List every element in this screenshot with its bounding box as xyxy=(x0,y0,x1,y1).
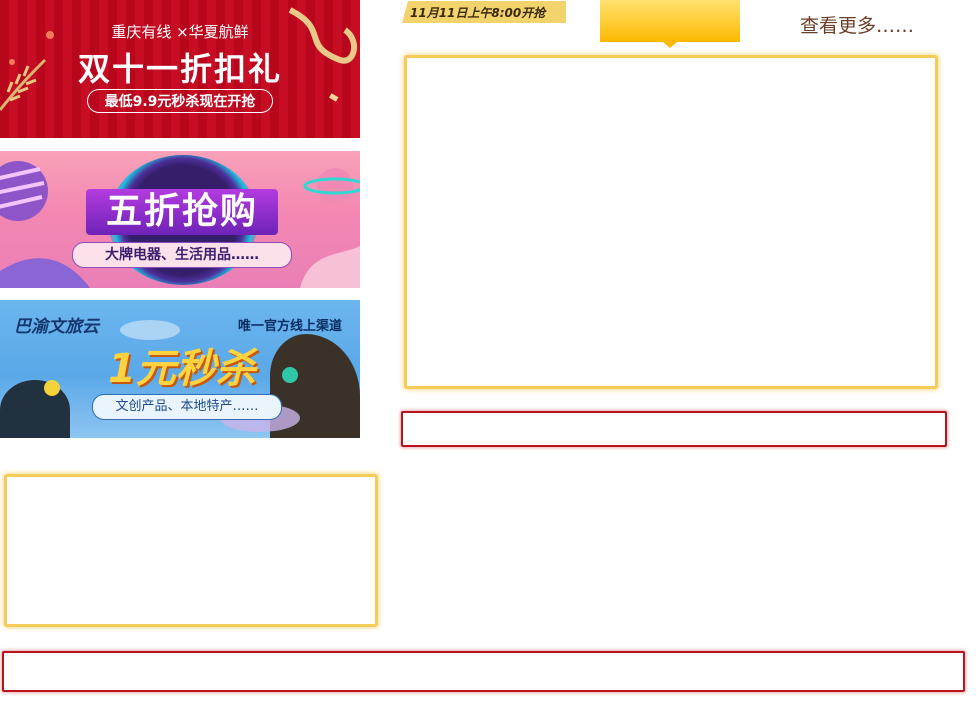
see-more-link[interactable]: 查看更多…… xyxy=(800,11,914,38)
tab-pointer-icon xyxy=(663,42,677,48)
action-bar[interactable] xyxy=(401,411,947,447)
banner-subtitle: 重庆有线 ×华夏航鲜 xyxy=(111,23,249,41)
bottom-action-bar[interactable] xyxy=(2,651,965,692)
banner-title: 1元秒杀 xyxy=(108,346,256,392)
banner-title: 五折抢购 xyxy=(86,189,278,235)
banner-subtitle: 唯一官方线上渠道 xyxy=(238,319,343,334)
promo-panel xyxy=(4,474,378,627)
sale-time-tag: 11月11日上午8:00开抢 xyxy=(402,1,566,23)
banner-half-price[interactable]: 五折抢购 大牌电器、生活用品…… xyxy=(0,151,360,288)
banner-pill: 文创产品、本地特产…… xyxy=(92,394,282,420)
product-panel xyxy=(404,55,938,389)
banner-flash-sale[interactable]: 巴渝文旅云 唯一官方线上渠道 1元秒杀 文创产品、本地特产…… xyxy=(0,300,360,438)
banner-double11[interactable]: 重庆有线 ×华夏航鲜 双十一折扣礼 最低9.9元秒杀现在开抢 xyxy=(0,0,360,138)
sale-time-label: 11月11日上午8:00开抢 xyxy=(410,6,546,20)
banner-title: 双十一折扣礼 xyxy=(77,50,282,88)
active-tab[interactable] xyxy=(600,0,740,42)
brand-logo: 巴渝文旅云 xyxy=(14,317,99,337)
banner-pill: 最低9.9元秒杀现在开抢 xyxy=(87,89,273,113)
banner-pill: 大牌电器、生活用品…… xyxy=(72,242,292,268)
